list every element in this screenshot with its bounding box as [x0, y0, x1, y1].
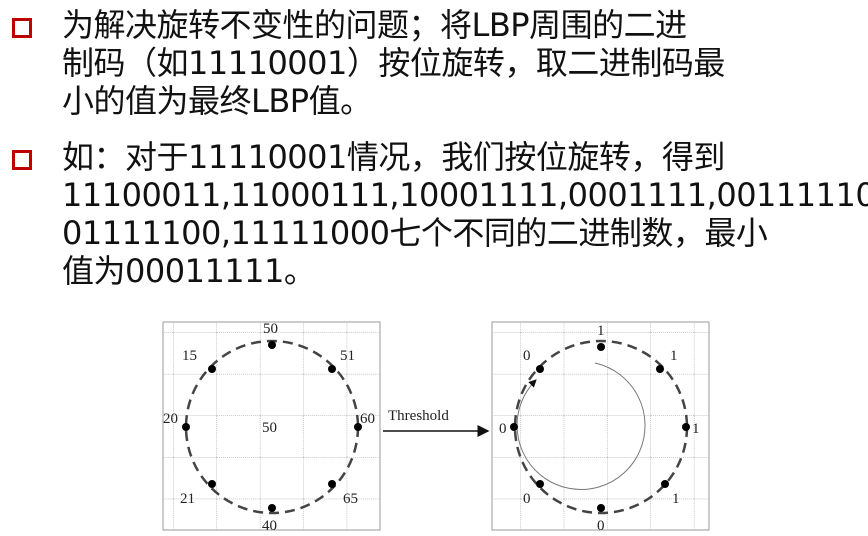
- binary-value: 0: [523, 348, 531, 364]
- binary-value: 0: [499, 421, 507, 437]
- input-grid: 50 51 60 65 40 21 20 15 50: [162, 321, 381, 534]
- pixel-value: 40: [262, 518, 277, 534]
- lbp-figure: 50 51 60 65 40 21 20 15 50 Threshold 1 1…: [162, 321, 710, 534]
- binary-value: 1: [672, 491, 680, 507]
- binary-value: 0: [523, 491, 531, 507]
- pixel-value: 20: [163, 411, 178, 427]
- pixel-value: 15: [182, 348, 197, 364]
- pixel-value: 51: [340, 348, 355, 364]
- arrow-label: Threshold: [388, 408, 449, 424]
- binary-value: 0: [597, 518, 605, 534]
- center-value: 50: [262, 420, 277, 436]
- pixel-value: 21: [180, 491, 195, 507]
- binary-grid: 1 1 1 1 0 0 0 0: [491, 321, 710, 534]
- threshold-arrow: Threshold: [383, 408, 490, 437]
- binary-value: 1: [692, 421, 700, 437]
- pixel-value: 50: [263, 321, 278, 337]
- pixel-value: 65: [343, 491, 358, 507]
- binary-value: 1: [670, 348, 678, 364]
- pixel-value: 60: [360, 411, 375, 427]
- binary-value: 1: [597, 323, 605, 339]
